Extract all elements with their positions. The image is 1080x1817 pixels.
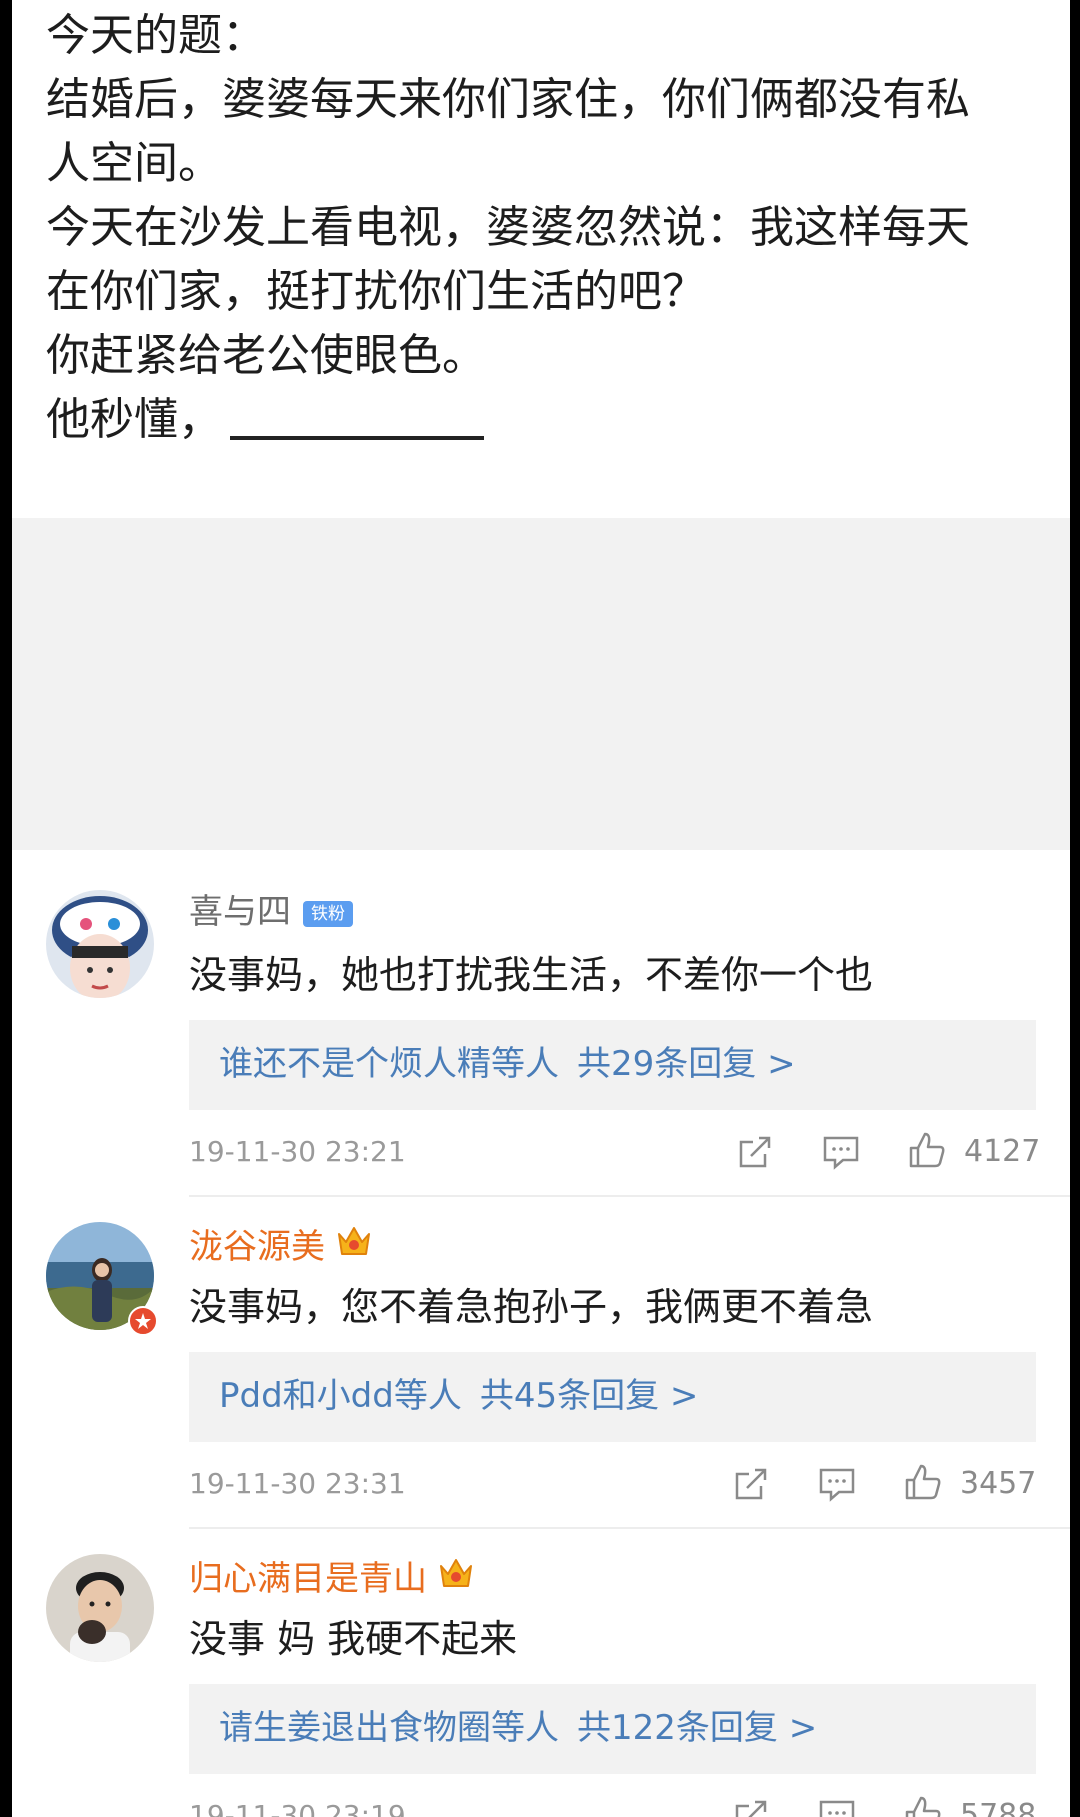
post-line: 你赶紧给老公使眼色。 bbox=[46, 330, 486, 381]
comment-text: 没事妈，她也打扰我生活，不差你一个也 bbox=[189, 953, 874, 997]
username-text[interactable]: 喜与四 bbox=[189, 892, 291, 932]
like-icon[interactable] bbox=[903, 1462, 943, 1502]
fan-badge: 铁粉 bbox=[303, 901, 353, 927]
like-count: 4127 bbox=[964, 1134, 1041, 1169]
avatar[interactable] bbox=[46, 1554, 154, 1662]
image-placeholder bbox=[12, 518, 1070, 850]
post-line: 结婚后，婆婆每天来你们家住，你们俩都没有私 bbox=[46, 74, 970, 125]
avatar[interactable] bbox=[46, 890, 154, 998]
crown-icon bbox=[440, 1559, 472, 1587]
post-line: 他秒懂， bbox=[46, 394, 222, 445]
comment-text: 没事 妈 我硬不起来 bbox=[189, 1617, 518, 1661]
post-line: 在你们家，挺打扰你们生活的吧？ bbox=[46, 266, 706, 317]
username-text[interactable]: 归心满目是青山 bbox=[189, 1559, 427, 1599]
username[interactable]: 归心满目是青山 bbox=[189, 1554, 475, 1601]
post-body: 今天的题： 结婚后，婆婆每天来你们家住，你们俩都没有私 人空间。 今天在沙发上看… bbox=[12, 0, 1070, 518]
timestamp: 19-11-30 23:31 bbox=[189, 1467, 406, 1500]
reply-users[interactable]: Pdd和小dd等人 bbox=[219, 1376, 462, 1416]
replies-link[interactable]: 谁还不是个烦人精等人 共29条回复 > bbox=[219, 1040, 796, 1088]
divider bbox=[189, 1527, 1070, 1529]
comment-icon[interactable] bbox=[817, 1464, 857, 1504]
replies-link[interactable]: Pdd和小dd等人 共45条回复 > bbox=[219, 1372, 698, 1420]
like-count: 5788 bbox=[960, 1798, 1037, 1817]
replies-preview[interactable]: Pdd和小dd等人 共45条回复 > bbox=[189, 1352, 1036, 1442]
username[interactable]: 喜与四 铁粉 bbox=[189, 890, 353, 934]
share-icon[interactable] bbox=[735, 1132, 775, 1172]
reply-count[interactable]: 共122条回复 > bbox=[577, 1708, 817, 1748]
post-line: 今天的题： bbox=[46, 10, 266, 61]
share-icon[interactable] bbox=[731, 1796, 771, 1817]
fill-in-blank bbox=[230, 436, 484, 440]
reply-users[interactable]: 谁还不是个烦人精等人 bbox=[219, 1044, 559, 1084]
reply-count[interactable]: 共29条回复 > bbox=[577, 1044, 796, 1084]
screenshot-frame: 今天的题： 结婚后，婆婆每天来你们家住，你们俩都没有私 人空间。 今天在沙发上看… bbox=[12, 0, 1070, 1817]
post-line: 今天在沙发上看电视，婆婆忽然说：我这样每天 bbox=[46, 202, 970, 253]
post-last-line: 他秒懂， bbox=[46, 388, 1046, 452]
verified-badge-icon bbox=[128, 1306, 158, 1336]
share-icon[interactable] bbox=[731, 1464, 771, 1504]
comment-text: 没事妈，您不着急抱孙子，我俩更不着急 bbox=[189, 1285, 874, 1329]
reply-users[interactable]: 请生姜退出食物圈等人 bbox=[219, 1708, 559, 1748]
timestamp: 19-11-30 23:21 bbox=[189, 1135, 406, 1168]
like-icon[interactable] bbox=[903, 1794, 943, 1817]
reply-count[interactable]: 共45条回复 > bbox=[480, 1376, 699, 1416]
crown-icon bbox=[338, 1227, 370, 1255]
like-count: 3457 bbox=[960, 1466, 1037, 1501]
comment-icon[interactable] bbox=[821, 1132, 861, 1172]
divider bbox=[189, 1195, 1070, 1197]
username[interactable]: 泷谷源美 bbox=[189, 1222, 373, 1269]
like-icon[interactable] bbox=[907, 1130, 947, 1170]
replies-link[interactable]: 请生姜退出食物圈等人 共122条回复 > bbox=[219, 1704, 817, 1752]
timestamp: 19-11-30 23:19 bbox=[189, 1799, 406, 1817]
comment-icon[interactable] bbox=[817, 1796, 857, 1817]
username-text[interactable]: 泷谷源美 bbox=[189, 1227, 325, 1267]
replies-preview[interactable]: 请生姜退出食物圈等人 共122条回复 > bbox=[189, 1684, 1036, 1774]
post-line: 人空间。 bbox=[46, 138, 222, 189]
replies-preview[interactable]: 谁还不是个烦人精等人 共29条回复 > bbox=[189, 1020, 1036, 1110]
